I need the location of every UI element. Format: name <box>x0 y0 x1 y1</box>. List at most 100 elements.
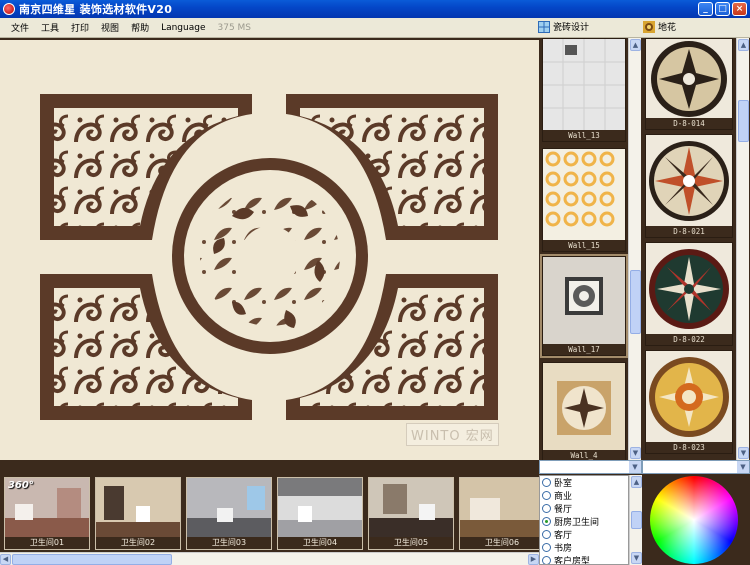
tile-design-button[interactable]: 瓷砖设计 <box>538 20 589 33</box>
minimize-button[interactable]: _ <box>698 2 713 16</box>
scroll-down-arrow[interactable]: ▼ <box>738 447 749 459</box>
scroll-down-arrow[interactable]: ▼ <box>631 552 642 564</box>
room-thumbnail <box>369 478 453 540</box>
menu-help[interactable]: 帮助 <box>125 21 155 34</box>
tile-item[interactable]: Wall_13 <box>542 38 626 142</box>
tile-label: Wall_17 <box>543 344 625 355</box>
design-canvas[interactable]: WINTO 宏网 <box>0 38 539 460</box>
menu-print[interactable]: 打印 <box>65 21 95 34</box>
tile-thumbnail <box>543 257 625 345</box>
tile-thumbnail <box>543 363 625 451</box>
category-list-scrollbar[interactable]: ▲ ▼ <box>629 475 642 565</box>
radio-button[interactable] <box>542 504 551 513</box>
watermark: WINTO 宏网 <box>406 423 499 446</box>
tile-item[interactable]: Wall_4 <box>542 362 626 460</box>
tile-thumbnail <box>543 39 625 131</box>
tile-grid-icon <box>538 20 550 33</box>
scroll-down-arrow[interactable]: ▼ <box>630 447 641 459</box>
medallion-item[interactable]: D-8-022 <box>645 242 733 346</box>
menu-file[interactable]: 文件 <box>5 21 35 34</box>
medallion-item[interactable]: D-8-021 <box>645 134 733 238</box>
room-scene-item[interactable]: 卫生间06 <box>459 477 545 550</box>
tile-label: Wall_15 <box>543 240 625 251</box>
medallion-label: D-8-014 <box>646 118 732 129</box>
room-scene-item[interactable]: 卫生间02 <box>95 477 181 550</box>
floor-pattern-icon <box>643 20 655 33</box>
tile-label: Wall_13 <box>543 130 625 141</box>
chevron-down-icon[interactable]: ▼ <box>629 461 641 473</box>
room-scene-scrollbar[interactable]: ◀ ▶ <box>0 552 539 565</box>
category-option[interactable]: 餐厅 <box>540 502 628 515</box>
tile-item-selected[interactable]: Wall_17 <box>540 254 628 358</box>
scroll-thumb[interactable] <box>12 554 172 565</box>
room-scene-item[interactable]: 卫生间04 <box>277 477 363 550</box>
tile-item[interactable]: Wall_15 <box>542 148 626 252</box>
room-thumbnail <box>96 478 180 540</box>
close-button[interactable]: × <box>732 2 747 16</box>
tile-label: Wall_4 <box>543 450 625 460</box>
pattern-filter-dropdown[interactable]: ▼ <box>642 460 750 474</box>
medallion-thumbnail <box>646 135 732 227</box>
room-scene-strip: 卫生间01 卫生间02 卫生间03 卫生间04 卫生间05 卫生间06 <box>0 460 545 565</box>
radio-button-checked[interactable] <box>542 517 551 526</box>
wall-tile-list: Wall_13 Wall_15 Wall_17 Wall_4 <box>539 38 629 460</box>
radio-button[interactable] <box>542 530 551 539</box>
panorama-360-badge: 360° <box>8 480 34 491</box>
floor-pattern-scrollbar[interactable]: ▲ ▼ <box>736 38 749 460</box>
floor-pattern-artwork <box>40 94 498 420</box>
scroll-up-arrow[interactable]: ▲ <box>630 39 641 51</box>
wall-tile-scrollbar[interactable]: ▲ ▼ <box>628 38 641 460</box>
category-option[interactable]: 商业 <box>540 489 628 502</box>
room-scene-item[interactable]: 卫生间03 <box>186 477 272 550</box>
menu-language[interactable]: Language <box>155 23 211 33</box>
scroll-right-arrow[interactable]: ▶ <box>528 554 539 565</box>
room-scene-label: 卫生间04 <box>278 537 362 549</box>
room-scene-label: 卫生间02 <box>96 537 180 549</box>
room-category-list: 卧室 商业 餐厅 厨房卫生间 客厅 书房 客户房型 <box>539 475 629 565</box>
medallion-thumbnail <box>646 351 732 443</box>
category-option[interactable]: 客户房型 <box>540 554 628 564</box>
render-time-status: 375 MS <box>217 22 252 33</box>
floor-pattern-button[interactable]: 地花 <box>643 20 676 33</box>
room-thumbnail <box>278 478 362 540</box>
window-title: 南京四维星 装饰选材软件V20 <box>19 3 173 16</box>
medallion-item[interactable]: D-8-023 <box>645 350 733 454</box>
category-option-selected[interactable]: 厨房卫生间 <box>540 515 628 528</box>
radio-button[interactable] <box>542 556 551 564</box>
scroll-up-arrow[interactable]: ▲ <box>631 476 642 488</box>
room-thumbnail <box>187 478 271 540</box>
room-scene-label: 卫生间05 <box>369 537 453 549</box>
scroll-thumb[interactable] <box>631 511 642 529</box>
category-option[interactable]: 客厅 <box>540 528 628 541</box>
color-picker-panel <box>642 475 750 565</box>
radio-button[interactable] <box>542 491 551 500</box>
app-icon <box>3 3 15 15</box>
category-option[interactable]: 书房 <box>540 541 628 554</box>
scroll-up-arrow[interactable]: ▲ <box>738 39 749 51</box>
room-scene-label: 卫生间01 <box>5 537 89 549</box>
menu-tools[interactable]: 工具 <box>35 21 65 34</box>
scroll-left-arrow[interactable]: ◀ <box>0 554 11 565</box>
scroll-thumb[interactable] <box>630 270 641 334</box>
color-wheel[interactable] <box>650 476 738 564</box>
medallion-thumbnail <box>646 243 732 335</box>
medallion-item[interactable]: D-8-014 <box>645 38 733 130</box>
room-thumbnail <box>460 478 544 540</box>
maximize-button[interactable]: □ <box>715 2 730 16</box>
chevron-down-icon[interactable]: ▼ <box>737 461 749 473</box>
medallion-thumbnail <box>646 39 732 119</box>
radio-button[interactable] <box>542 478 551 487</box>
category-option[interactable]: 卧室 <box>540 476 628 489</box>
radio-button[interactable] <box>542 543 551 552</box>
tile-thumbnail <box>543 149 625 241</box>
tile-design-label: 瓷砖设计 <box>553 23 590 33</box>
scroll-thumb[interactable] <box>738 100 749 142</box>
medallion-label: D-8-023 <box>646 442 732 453</box>
center-medallion <box>172 158 368 354</box>
category-filter-dropdown[interactable]: ▼ <box>539 460 642 474</box>
menu-bar: 文件 工具 打印 视图 帮助 Language 375 MS 瓷砖设计 地花 <box>0 18 750 38</box>
window-controls: _ □ × <box>698 2 747 16</box>
menu-view[interactable]: 视图 <box>95 21 125 34</box>
medallion-label: D-8-021 <box>646 226 732 237</box>
room-scene-item[interactable]: 卫生间05 <box>368 477 454 550</box>
